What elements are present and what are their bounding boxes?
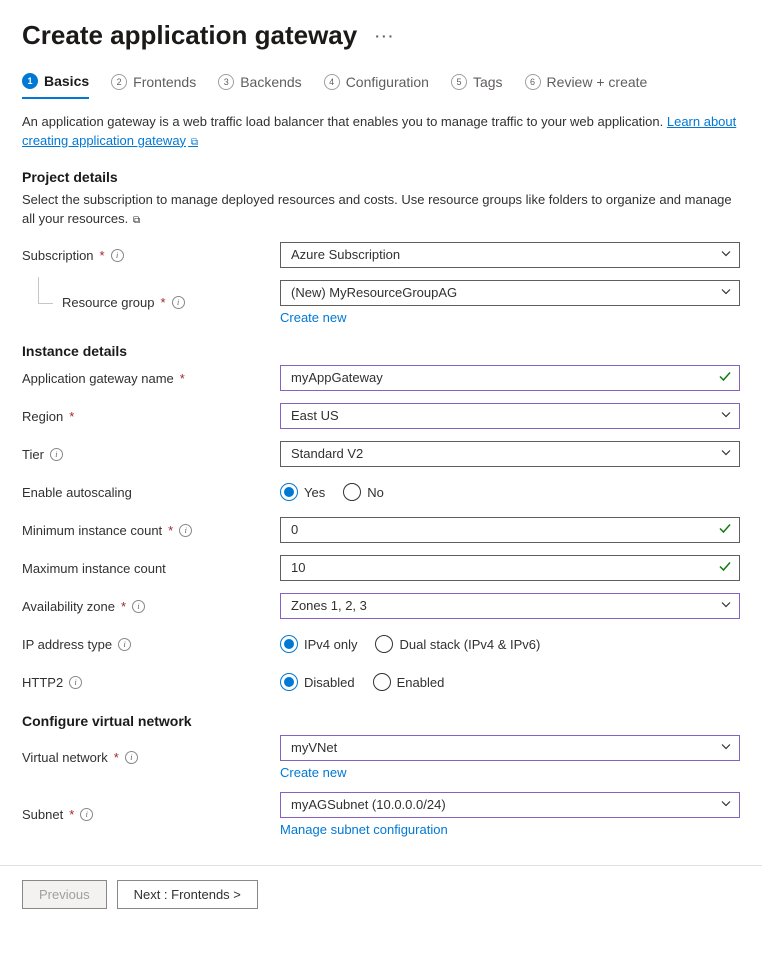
required-icon: * <box>114 750 119 765</box>
radio-icon <box>375 635 393 653</box>
tab-review-create[interactable]: 6 Review + create <box>525 69 648 99</box>
create-new-vnet-link[interactable]: Create new <box>280 765 346 780</box>
region-label: Region <box>22 409 63 424</box>
previous-button: Previous <box>22 880 107 909</box>
manage-subnet-link[interactable]: Manage subnet configuration <box>280 822 448 837</box>
required-icon: * <box>100 248 105 263</box>
http2-radio-group: Disabled Enabled <box>280 669 740 695</box>
info-icon[interactable]: i <box>172 296 185 309</box>
tab-label: Review + create <box>547 74 648 90</box>
intro-text: An application gateway is a web traffic … <box>22 113 740 151</box>
tab-label: Configuration <box>346 74 429 90</box>
subnet-label: Subnet <box>22 807 63 822</box>
tab-basics[interactable]: 1 Basics <box>22 69 89 99</box>
step-number-icon: 6 <box>525 74 541 90</box>
vnet-label: Virtual network <box>22 750 108 765</box>
tab-label: Backends <box>240 74 301 90</box>
step-number-icon: 2 <box>111 74 127 90</box>
info-icon[interactable]: i <box>118 638 131 651</box>
step-number-icon: 3 <box>218 74 234 90</box>
tab-tags[interactable]: 5 Tags <box>451 69 503 99</box>
radio-label: Enabled <box>397 675 445 690</box>
tab-label: Tags <box>473 74 503 90</box>
autoscaling-radio-group: Yes No <box>280 479 740 505</box>
info-icon[interactable]: i <box>125 751 138 764</box>
subnet-dropdown[interactable]: myAGSubnet (10.0.0.0/24) <box>280 792 740 818</box>
step-number-icon: 4 <box>324 74 340 90</box>
max-instance-label: Maximum instance count <box>22 561 166 576</box>
radio-label: Dual stack (IPv4 & IPv6) <box>399 637 540 652</box>
resource-group-label: Resource group <box>62 295 155 310</box>
required-icon: * <box>121 599 126 614</box>
external-link-icon: ⧉ <box>130 215 140 226</box>
create-new-rg-link[interactable]: Create new <box>280 310 346 325</box>
dual-stack-radio[interactable]: Dual stack (IPv4 & IPv6) <box>375 635 540 653</box>
tab-backends[interactable]: 3 Backends <box>218 69 301 99</box>
subscription-label: Subscription <box>22 248 94 263</box>
info-icon[interactable]: i <box>179 524 192 537</box>
tab-frontends[interactable]: 2 Frontends <box>111 69 196 99</box>
next-button[interactable]: Next : Frontends > <box>117 880 258 909</box>
radio-icon <box>280 673 298 691</box>
more-menu-icon[interactable]: ··· <box>375 28 395 44</box>
region-dropdown[interactable]: East US <box>280 403 740 429</box>
required-icon: * <box>161 295 166 310</box>
info-icon[interactable]: i <box>69 676 82 689</box>
required-icon: * <box>180 371 185 386</box>
radio-icon <box>343 483 361 501</box>
availability-zone-dropdown[interactable]: Zones 1, 2, 3 <box>280 593 740 619</box>
tab-label: Frontends <box>133 74 196 90</box>
ip-type-label: IP address type <box>22 637 112 652</box>
tab-label: Basics <box>44 73 89 89</box>
min-instance-label: Minimum instance count <box>22 523 162 538</box>
radio-label: Yes <box>304 485 325 500</box>
section-project-desc: Select the subscription to manage deploy… <box>22 191 740 229</box>
info-icon[interactable]: i <box>80 808 93 821</box>
subscription-dropdown[interactable]: Azure Subscription <box>280 242 740 268</box>
page-title: Create application gateway ··· <box>22 20 740 51</box>
autoscaling-yes-radio[interactable]: Yes <box>280 483 325 501</box>
http2-label: HTTP2 <box>22 675 63 690</box>
app-gateway-name-input[interactable]: myAppGateway <box>280 365 740 391</box>
tier-label: Tier <box>22 447 44 462</box>
tab-configuration[interactable]: 4 Configuration <box>324 69 429 99</box>
availability-zone-label: Availability zone <box>22 599 115 614</box>
radio-label: IPv4 only <box>304 637 357 652</box>
autoscaling-label: Enable autoscaling <box>22 485 132 500</box>
radio-icon <box>373 673 391 691</box>
radio-icon <box>280 483 298 501</box>
wizard-footer: Previous Next : Frontends > <box>0 865 762 923</box>
required-icon: * <box>168 523 173 538</box>
http2-enabled-radio[interactable]: Enabled <box>373 673 445 691</box>
max-instance-input[interactable]: 10 <box>280 555 740 581</box>
required-icon: * <box>69 409 74 424</box>
wizard-tabs: 1 Basics 2 Frontends 3 Backends 4 Config… <box>22 69 740 99</box>
http2-disabled-radio[interactable]: Disabled <box>280 673 355 691</box>
required-icon: * <box>69 807 74 822</box>
ip-type-radio-group: IPv4 only Dual stack (IPv4 & IPv6) <box>280 631 740 657</box>
tier-dropdown[interactable]: Standard V2 <box>280 441 740 467</box>
resource-group-dropdown[interactable]: (New) MyResourceGroupAG <box>280 280 740 306</box>
radio-label: No <box>367 485 384 500</box>
step-number-icon: 1 <box>22 73 38 89</box>
vnet-dropdown[interactable]: myVNet <box>280 735 740 761</box>
external-link-icon: ⧉ <box>188 137 198 148</box>
radio-label: Disabled <box>304 675 355 690</box>
info-icon[interactable]: i <box>50 448 63 461</box>
section-vnet-title: Configure virtual network <box>22 713 740 729</box>
autoscaling-no-radio[interactable]: No <box>343 483 384 501</box>
app-gateway-name-label: Application gateway name <box>22 371 174 386</box>
section-project-title: Project details <box>22 169 740 185</box>
min-instance-input[interactable]: 0 <box>280 517 740 543</box>
section-instance-title: Instance details <box>22 343 740 359</box>
ipv4-only-radio[interactable]: IPv4 only <box>280 635 357 653</box>
radio-icon <box>280 635 298 653</box>
info-icon[interactable]: i <box>111 249 124 262</box>
info-icon[interactable]: i <box>132 600 145 613</box>
step-number-icon: 5 <box>451 74 467 90</box>
